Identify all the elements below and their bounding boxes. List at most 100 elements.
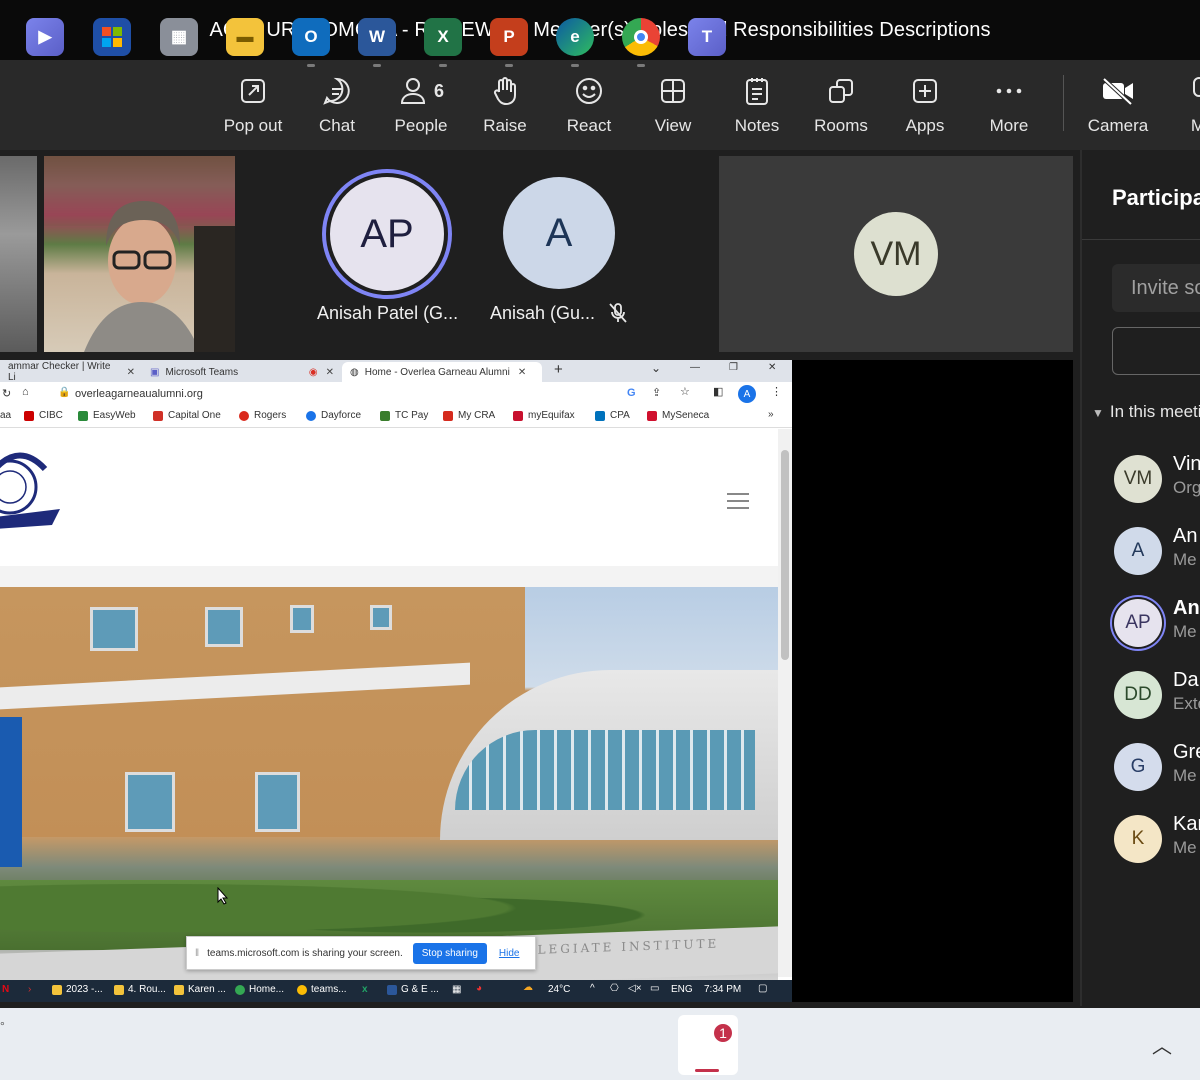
hide-link[interactable]: Hide <box>499 948 520 959</box>
teams-chat-icon[interactable]: ▶ <box>26 18 64 56</box>
star-icon[interactable]: ☆ <box>680 385 690 398</box>
react-button[interactable]: React <box>551 74 627 136</box>
taskbar-item[interactable]: 2023 -... <box>52 984 103 995</box>
taskbar-label: G & E ... <box>401 984 439 995</box>
edge-icon[interactable]: e <box>556 18 594 56</box>
camera-button[interactable]: Camera <box>1080 74 1156 136</box>
google-icon[interactable]: G <box>627 387 636 399</box>
network-icon[interactable]: ⎔ <box>610 983 619 994</box>
bookmark[interactable]: Capital One <box>153 410 221 421</box>
camera-label: Camera <box>1087 116 1149 135</box>
participant-video-tile[interactable] <box>0 156 37 352</box>
calculator-icon[interactable]: ▦ <box>452 984 461 995</box>
reload-icon[interactable]: ↻ <box>2 387 11 400</box>
calculator-icon[interactable]: ▦ <box>160 18 198 56</box>
bookmark[interactable]: Dayforce <box>306 410 361 421</box>
home-icon[interactable]: ⌂ <box>22 386 29 398</box>
chat-button[interactable]: Chat <box>299 74 375 136</box>
bookmark[interactable]: myEquifax <box>513 410 575 421</box>
store-icon[interactable] <box>93 18 131 56</box>
bookmark[interactable]: CIBC <box>24 410 63 421</box>
chevron-down-icon[interactable]: ⌄ <box>651 361 661 375</box>
people-button[interactable]: 6 People <box>383 74 459 160</box>
rooms-button[interactable]: Rooms <box>803 74 879 136</box>
word-icon[interactable]: W <box>358 18 396 56</box>
clock[interactable]: 7:34 PM <box>704 984 741 995</box>
new-tab-icon[interactable]: + <box>554 361 563 378</box>
mic-button[interactable]: M <box>1160 74 1200 136</box>
notification-icon[interactable]: ▢ <box>758 983 767 994</box>
popout-button[interactable]: Pop out <box>215 74 291 136</box>
excel-icon[interactable]: X <box>424 18 462 56</box>
volume-icon[interactable]: ◁× <box>628 983 642 994</box>
taskbar-item[interactable]: Karen ... <box>174 984 226 995</box>
invite-input[interactable]: Invite someone <box>1112 264 1200 312</box>
stop-sharing-button[interactable]: Stop sharing <box>412 942 487 964</box>
app-icon[interactable]: ◕ <box>476 983 482 994</box>
language-indicator[interactable]: ENG <box>671 984 693 995</box>
avatar: VM <box>854 212 938 296</box>
excel-icon[interactable]: x <box>362 984 368 995</box>
powerpoint-icon[interactable]: P <box>490 18 528 56</box>
taskbar-item[interactable]: Home... <box>235 984 284 995</box>
chat-label: Chat <box>319 116 355 135</box>
minimize-icon[interactable]: — <box>690 362 700 373</box>
bookmark[interactable]: TC Pay <box>380 410 428 421</box>
section-header[interactable]: ▼ In this meeting <box>1092 402 1200 422</box>
bookmark[interactable]: EasyWeb <box>78 410 136 421</box>
participant-row[interactable]: DD Da Exte <box>1114 669 1200 719</box>
drag-handle-icon[interactable]: ‖ <box>195 948 199 959</box>
browser-tab[interactable]: ◍ Home - Overlea Garneau Alumni ✕ <box>342 362 542 382</box>
apps-label: Apps <box>905 116 945 135</box>
close-icon[interactable]: ✕ <box>326 367 334 378</box>
more-button[interactable]: More <box>971 74 1047 136</box>
word-icon <box>387 984 397 995</box>
taskbar-item[interactable]: G & E ... <box>387 984 439 995</box>
bookmark[interactable]: Rogers <box>239 410 286 421</box>
profile-avatar[interactable]: A <box>738 385 756 403</box>
outlook-icon[interactable]: O <box>292 18 330 56</box>
avatar: VM <box>1114 455 1162 503</box>
taskbar-label: teams... <box>311 984 347 995</box>
file-explorer-icon[interactable]: ▬ <box>226 18 264 56</box>
dayforce-icon <box>306 410 316 421</box>
close-icon[interactable]: ✕ <box>127 367 135 378</box>
hamburger-menu-icon[interactable] <box>727 493 749 509</box>
bookmark-label: aa <box>0 410 12 421</box>
chevron-up-icon[interactable]: ︿ <box>1152 1030 1172 1059</box>
participant-role: Me <box>1173 550 1197 569</box>
browser-tab[interactable]: ammar Checker | Write Li ✕ <box>0 361 135 383</box>
taskbar-item[interactable]: teams... <box>297 984 347 995</box>
participant-row[interactable]: AP An Me <box>1114 597 1200 647</box>
share-icon[interactable]: ⇪ <box>652 386 661 399</box>
share-invite-button[interactable] <box>1112 327 1200 375</box>
restore-icon[interactable]: ❐ <box>729 362 738 373</box>
participant-video-tile[interactable] <box>44 156 235 352</box>
notes-button[interactable]: Notes <box>719 74 795 136</box>
taskbar-item[interactable]: 4. Rou... <box>114 984 166 995</box>
kebab-menu-icon[interactable]: ⋮ <box>771 385 782 398</box>
bookmark[interactable]: aa <box>0 410 11 421</box>
shared-screen[interactable]: ammar Checker | Write Li ✕ ▣ Microsoft Te… <box>0 360 792 1002</box>
display-icon[interactable]: ▭ <box>650 983 659 994</box>
more-bookmarks-icon[interactable]: » <box>768 409 774 420</box>
chevron-up-icon[interactable]: ^ <box>590 983 595 994</box>
bookmark[interactable]: My CRA <box>443 410 495 421</box>
url-field[interactable]: overleagarneaualumni.org <box>75 388 203 400</box>
scrollbar-thumb[interactable] <box>781 450 789 660</box>
bookmark[interactable]: MySeneca <box>647 410 709 421</box>
participant-row[interactable]: A An Me <box>1114 525 1200 575</box>
participant-row[interactable]: K Kar Me <box>1114 813 1200 863</box>
chrome-icon[interactable] <box>622 18 660 56</box>
participant-row[interactable]: VM Vin Org <box>1114 453 1200 503</box>
close-window-icon[interactable]: ✕ <box>768 362 776 373</box>
browser-tab[interactable]: ▣ Microsoft Teams ◉ ✕ <box>142 362 338 382</box>
bookmark[interactable]: CPA <box>595 410 630 421</box>
teams-icon[interactable]: T <box>688 18 726 56</box>
close-icon[interactable]: ✕ <box>518 367 526 378</box>
sidepanel-icon[interactable]: ◧ <box>713 385 723 398</box>
view-button[interactable]: View <box>635 74 711 136</box>
apps-button[interactable]: Apps <box>887 74 963 136</box>
raise-hand-button[interactable]: Raise <box>467 74 543 136</box>
participant-row[interactable]: G Gre Me <box>1114 741 1200 791</box>
